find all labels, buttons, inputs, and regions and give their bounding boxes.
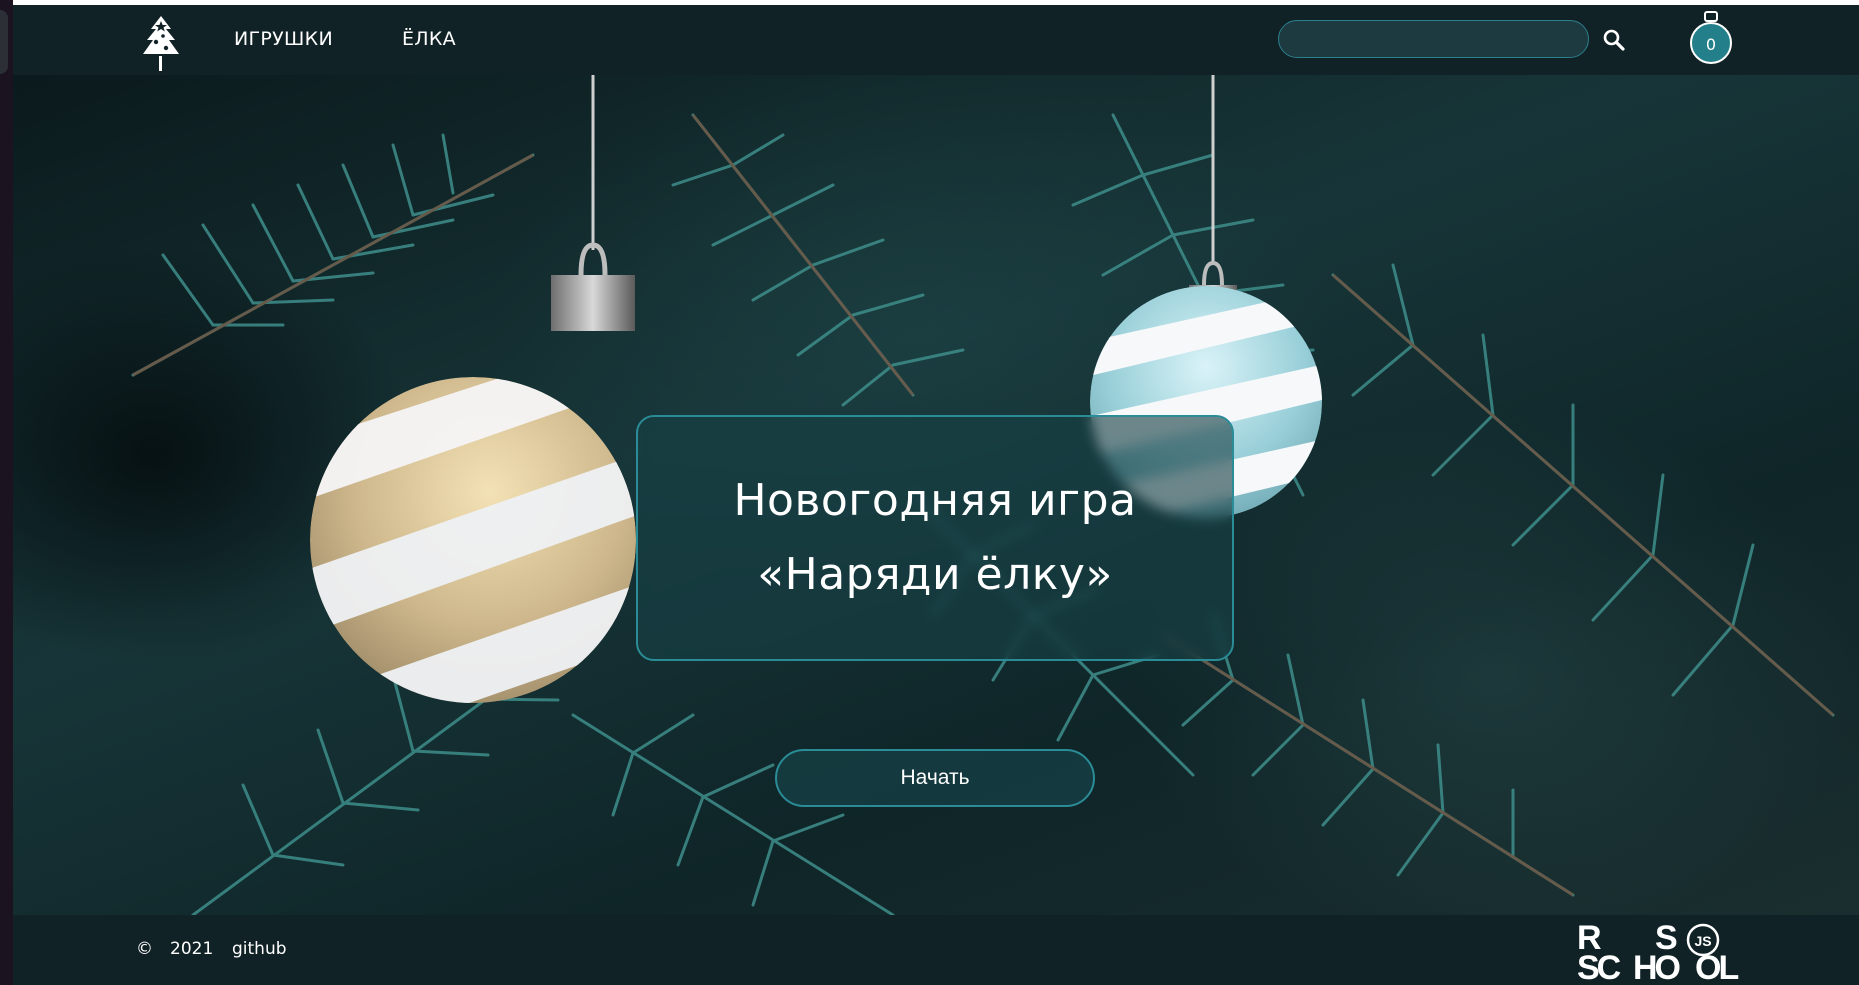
copyright-year: 2021 [170,939,214,959]
left-window-edge [0,0,13,985]
hero-title-card: Новогодняя игра «Наряди ёлку» [636,415,1234,661]
svg-text:SC: SC [1577,949,1621,981]
nav-link-tree[interactable]: ЁЛКА [402,28,456,50]
hero-section: Новогодняя игра «Наряди ёлку» Начать [13,75,1859,915]
tree-logo-icon[interactable] [133,12,189,74]
hero-title-line-1: Новогодняя игра [733,475,1137,526]
search-input[interactable] [1297,25,1537,53]
app-root: ИГРУШКИ ЁЛКА 0 Новогодняя игра «Наряди ё… [13,5,1859,985]
hero-title-line-2: «Наряди ёлку» [757,549,1113,600]
left-window-tab [0,10,8,74]
header: ИГРУШКИ ЁЛКА 0 [13,5,1859,75]
svg-text:JS: JS [1694,933,1711,949]
github-link[interactable]: github [232,939,287,959]
rs-school-logo[interactable]: R S SC HO OL JS [1575,915,1745,985]
svg-text:HO: HO [1633,949,1681,981]
cart-button[interactable]: 0 [1687,9,1735,65]
footer: © 2021 github R S SC HO OL JS [13,915,1859,985]
search-icon[interactable] [1602,28,1626,52]
search-box [1278,20,1589,58]
nav-link-toys[interactable]: ИГРУШКИ [234,28,333,50]
cart-count: 0 [1705,35,1717,54]
copyright-symbol: © [136,939,153,959]
start-button[interactable]: Начать [775,749,1095,807]
